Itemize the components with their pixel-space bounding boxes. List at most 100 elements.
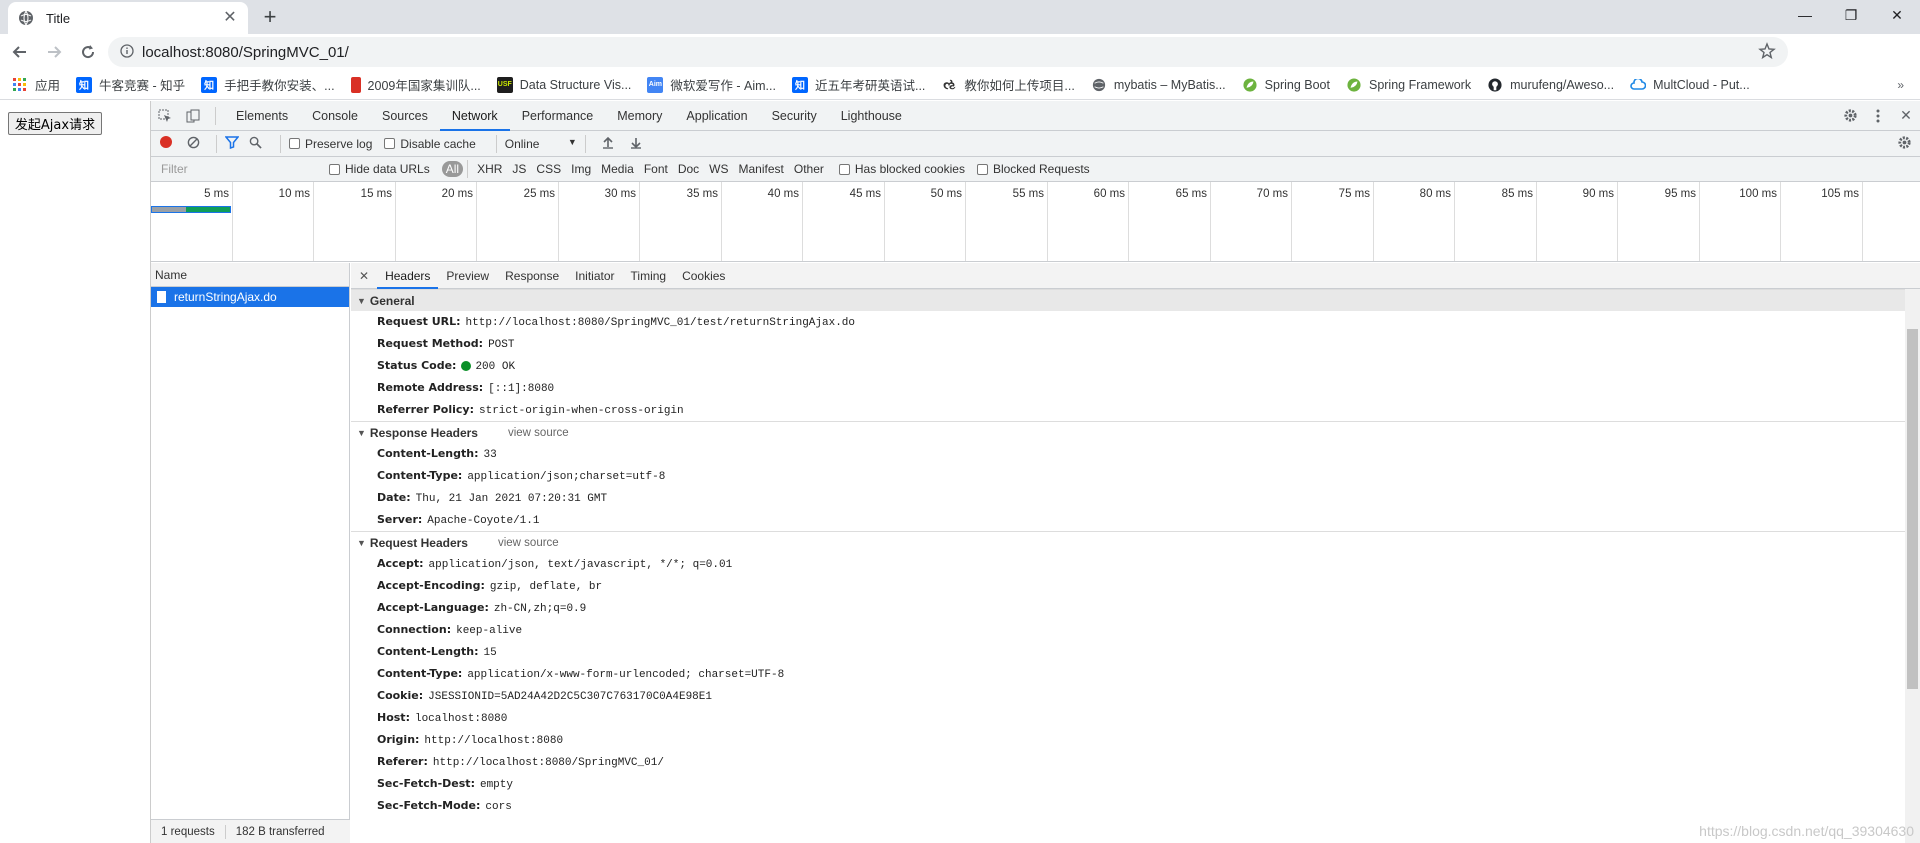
tab-console[interactable]: Console	[300, 101, 370, 131]
tab-timing[interactable]: Timing	[623, 263, 675, 289]
tab-elements[interactable]: Elements	[224, 101, 300, 131]
disable-cache-checkbox[interactable]: Disable cache	[384, 136, 476, 151]
address-bar[interactable]: localhost:8080/SpringMVC_01/	[108, 37, 1788, 67]
watermark: https://blog.csdn.net/qq_39304630	[1699, 823, 1914, 839]
filter-type-media[interactable]: Media	[596, 161, 639, 177]
has-blocked-cookies-checkbox[interactable]: Has blocked cookies	[838, 162, 965, 176]
bookmarks-bar: 应用 知 牛客竞赛 - 知乎 知 手把手教你安装、... 2009年国家集训队.…	[0, 70, 1920, 100]
filter-type-all[interactable]: All	[441, 161, 464, 177]
bookmark-item[interactable]: 知 牛客竞赛 - 知乎	[76, 75, 185, 94]
import-har-icon[interactable]	[602, 136, 614, 152]
tab-preview[interactable]: Preview	[438, 263, 497, 289]
tab-sources[interactable]: Sources	[370, 101, 440, 131]
tab-headers[interactable]: Headers	[377, 263, 439, 289]
close-tab-icon[interactable]: ✕	[222, 10, 238, 26]
browser-tab[interactable]: Title ✕	[8, 2, 248, 34]
hide-data-urls-checkbox[interactable]: Hide data URLs	[329, 162, 430, 176]
settings-gear-icon[interactable]	[1836, 102, 1864, 130]
network-overview-timeline[interactable]: 5 ms 10 ms 15 ms 20 ms 25 ms 30 ms 35 ms 40 ms 4…	[151, 182, 1920, 262]
bookmark-item[interactable]: Spring Boot	[1242, 77, 1330, 93]
forward-arrow-icon	[48, 46, 62, 58]
url-text: localhost:8080/SpringMVC_01/	[142, 43, 349, 61]
bookmark-item[interactable]: 知 近五年考研英语试...	[791, 75, 926, 94]
tab-network[interactable]: Network	[439, 101, 510, 131]
filter-type-doc[interactable]: Doc	[673, 161, 704, 177]
page-viewport: 发起Ajax请求	[0, 101, 151, 843]
filter-type-img[interactable]: Img	[566, 161, 596, 177]
tab-cookies[interactable]: Cookies	[674, 263, 733, 289]
view-source-link[interactable]: view source	[508, 422, 569, 444]
filter-type-css[interactable]: CSS	[531, 161, 566, 177]
header-key: Content-Length:	[377, 447, 479, 460]
scrollbar-thumb[interactable]	[1907, 329, 1918, 689]
bookmark-item[interactable]: murufeng/Aweso...	[1487, 77, 1614, 93]
response-headers-header[interactable]: ▼ Response Headers view source	[351, 421, 1920, 443]
devtools-menu-icon[interactable]	[1864, 102, 1892, 130]
bookmark-item[interactable]: USF Data Structure Vis...	[496, 76, 631, 93]
header-row: Origin: http://localhost:8080	[351, 729, 1920, 751]
throttling-select[interactable]: Online ▼	[505, 137, 577, 151]
zhihu-icon: 知	[201, 76, 218, 93]
tab-initiator[interactable]: Initiator	[567, 263, 622, 289]
export-har-icon[interactable]	[630, 136, 642, 152]
header-row: Cookie: JSESSIONID=5AD24A42D2C5C307C76317…	[351, 685, 1920, 707]
network-settings-gear-icon[interactable]	[1897, 135, 1912, 153]
filter-funnel-icon[interactable]	[224, 135, 240, 152]
forward-button[interactable]	[40, 38, 68, 66]
device-toolbar-icon[interactable]	[179, 102, 207, 130]
bookmark-label: 2009年国家集训队...	[367, 79, 481, 93]
search-icon[interactable]	[249, 136, 262, 152]
tab-security[interactable]: Security	[760, 101, 829, 131]
details-scrollbar[interactable]	[1905, 289, 1920, 843]
close-devtools-icon[interactable]: ✕	[1892, 102, 1920, 130]
more-bookmarks-icon[interactable]: »	[1897, 78, 1904, 92]
send-ajax-button[interactable]: 发起Ajax请求	[8, 112, 102, 135]
new-tab-button[interactable]: +	[258, 6, 282, 30]
filter-type-font[interactable]: Font	[639, 161, 673, 177]
tab-memory[interactable]: Memory	[605, 101, 674, 131]
bookmark-item[interactable]: 知 手把手教你安装、...	[201, 75, 335, 94]
bookmark-star-icon[interactable]	[1758, 42, 1776, 63]
bookmark-apps[interactable]: 应用	[12, 75, 60, 94]
close-details-icon[interactable]: ✕	[351, 269, 377, 283]
tab-performance[interactable]: Performance	[510, 101, 606, 131]
back-button[interactable]	[6, 38, 34, 66]
tab-application[interactable]: Application	[674, 101, 759, 131]
blocked-requests-checkbox[interactable]: Blocked Requests	[976, 162, 1090, 176]
request-headers-header[interactable]: ▼ Request Headers view source	[351, 531, 1920, 553]
record-icon[interactable]	[159, 135, 173, 152]
bookmark-item[interactable]: Aim 微软爱写作 - Aim...	[647, 75, 776, 94]
header-key: Server:	[377, 513, 423, 526]
view-source-link[interactable]: view source	[498, 532, 559, 554]
request-details: ✕ Headers Preview Response Initiator Tim…	[351, 263, 1920, 843]
inspect-element-icon[interactable]	[151, 102, 179, 130]
request-row[interactable]: returnStringAjax.do	[151, 287, 349, 307]
name-column-header[interactable]: Name	[151, 263, 349, 287]
disable-cache-label: Disable cache	[400, 136, 476, 151]
filter-type-ws[interactable]: WS	[704, 161, 733, 177]
bookmark-item[interactable]: 2009年国家集训队...	[350, 75, 481, 94]
close-window-button[interactable]: ✕	[1874, 0, 1920, 30]
divider	[584, 134, 586, 153]
filter-type-other[interactable]: Other	[789, 161, 829, 177]
general-header[interactable]: ▼ General	[351, 289, 1920, 311]
clear-icon[interactable]	[187, 136, 200, 152]
info-icon[interactable]	[120, 43, 134, 61]
tab-response[interactable]: Response	[497, 263, 567, 289]
minimize-button[interactable]: —	[1782, 0, 1828, 30]
bookmark-item[interactable]: Spring Framework	[1346, 77, 1471, 93]
details-tabbar: ✕ Headers Preview Response Initiator Tim…	[351, 263, 1920, 289]
preserve-log-checkbox[interactable]: Preserve log	[289, 137, 372, 151]
filter-input[interactable]: Filter	[155, 159, 315, 180]
bookmark-label: 近五年考研英语试...	[814, 79, 926, 93]
tab-lighthouse[interactable]: Lighthouse	[829, 101, 914, 131]
filter-type-js[interactable]: JS	[507, 161, 531, 177]
filter-type-xhr[interactable]: XHR	[472, 161, 507, 177]
restore-button[interactable]: ❐	[1828, 0, 1874, 30]
filter-type-manifest[interactable]: Manifest	[734, 161, 789, 177]
reload-button[interactable]	[74, 38, 102, 66]
header-value: cors	[485, 801, 512, 813]
bookmark-item[interactable]: MultCloud - Put...	[1630, 77, 1750, 93]
bookmark-item[interactable]: ઌ 教你如何上传项目...	[941, 75, 1075, 94]
bookmark-item[interactable]: mybatis – MyBatis...	[1091, 77, 1226, 93]
